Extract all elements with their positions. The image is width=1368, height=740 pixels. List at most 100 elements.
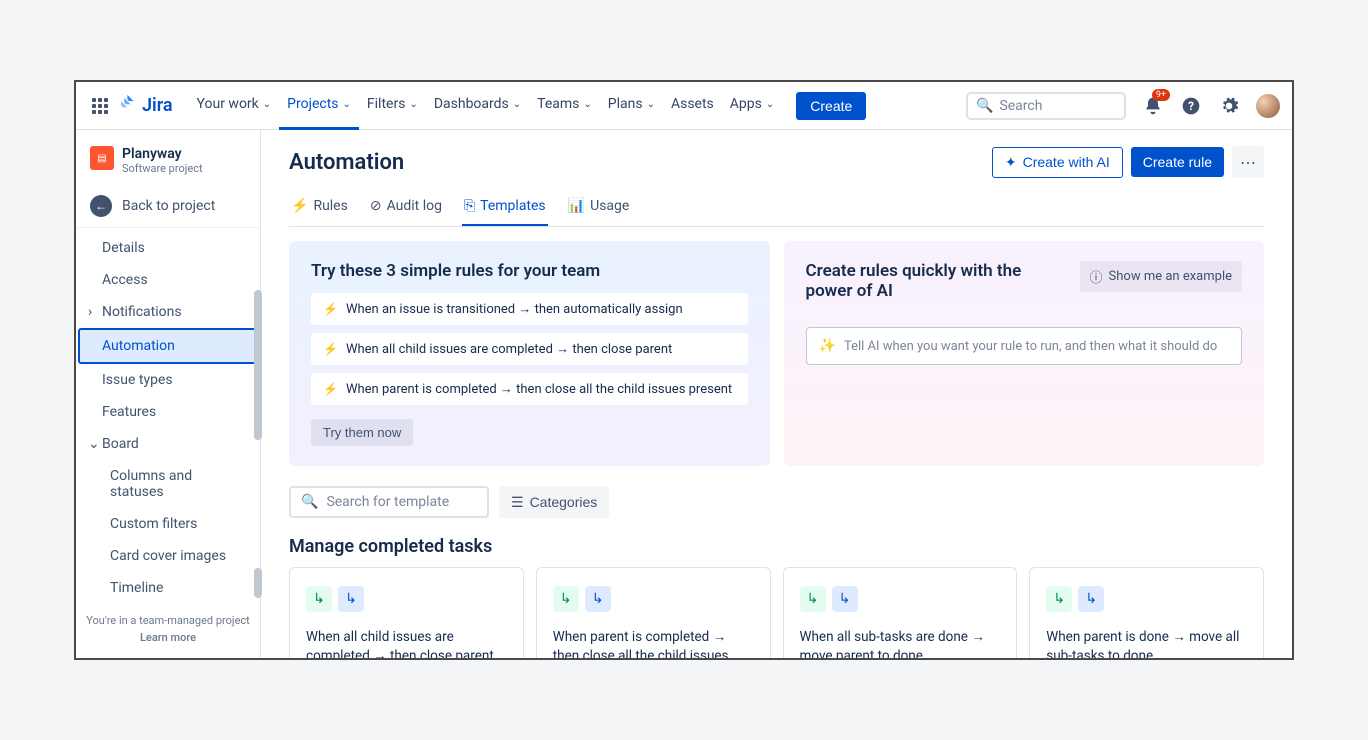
sidebar-scrollbar-bottom[interactable] [254, 568, 262, 598]
sidebar-item-columns-and-statuses[interactable]: Columns and statuses [76, 460, 260, 508]
trigger-icon: ↳ [800, 586, 826, 612]
learn-more-link[interactable]: Learn more [84, 631, 252, 644]
sidebar-item-access[interactable]: Access [76, 264, 260, 296]
try-rules-panel: Try these 3 simple rules for your team ⚡… [289, 241, 770, 466]
project-icon: ▤ [90, 146, 114, 170]
sidebar-item-issue-types[interactable]: Issue types [76, 364, 260, 396]
sidebar-item-automation[interactable]: Automation [78, 328, 258, 364]
info-icon: ⓘ [1090, 267, 1103, 286]
suggested-rule[interactable]: ⚡When an issue is transitioned → then au… [311, 293, 748, 325]
bolt-icon: ⚡ [323, 302, 338, 316]
sidebar-item-custom-filters[interactable]: Custom filters [76, 508, 260, 540]
chevron-down-icon: ⌄ [409, 99, 417, 110]
nav-apps[interactable]: Apps⌄ [722, 82, 782, 130]
chevron-down-icon: ⌄ [263, 99, 271, 110]
svg-text:?: ? [1188, 99, 1194, 113]
footer-text: You're in a team-managed project [86, 614, 250, 627]
try-panel-heading: Try these 3 simple rules for your team [311, 261, 748, 281]
create-button[interactable]: Create [796, 92, 866, 120]
help-icon[interactable]: ? [1180, 95, 1202, 117]
template-card[interactable]: ↳ ↳ When parent is done → move all sub-t… [1029, 567, 1264, 658]
template-card-text: When all sub-tasks are done → move paren… [800, 628, 1001, 658]
project-name: Planyway [122, 146, 203, 162]
sidebar-item-card-cover-images[interactable]: Card cover images [76, 540, 260, 572]
notification-badge: 9+ [1152, 89, 1170, 101]
more-actions-button[interactable]: ⋯ [1232, 146, 1264, 178]
nav-projects[interactable]: Projects⌄ [279, 82, 359, 130]
chevron-down-icon: ⌄ [513, 99, 521, 110]
action-icon: ↳ [832, 586, 858, 612]
list-icon: ☰ [511, 494, 524, 511]
create-ai-label: Create with AI [1023, 154, 1110, 170]
trigger-icon: ↳ [306, 586, 332, 612]
tab-icon: ⚡ [291, 198, 308, 214]
notifications-button[interactable]: 9+ [1142, 95, 1164, 117]
nav-dashboards[interactable]: Dashboards⌄ [426, 82, 529, 130]
tab-rules[interactable]: ⚡Rules [289, 192, 350, 226]
create-rule-button[interactable]: Create rule [1131, 147, 1224, 177]
global-search-input[interactable]: 🔍 Search [966, 92, 1126, 120]
sparkle-icon: ✦ [1005, 154, 1017, 171]
sidebar-item-board[interactable]: Board [76, 428, 260, 460]
suggested-rule[interactable]: ⚡When all child issues are completed → t… [311, 333, 748, 365]
sidebar-item-notifications[interactable]: Notifications [76, 296, 260, 328]
action-icon: ↳ [1078, 586, 1104, 612]
ai-panel-heading: Create rules quickly with the power of A… [806, 261, 1026, 301]
sidebar-footer: You're in a team-managed project Learn m… [76, 608, 260, 650]
action-icon: ↳ [585, 586, 611, 612]
nav-your-work[interactable]: Your work⌄ [189, 82, 280, 130]
app-switcher-icon[interactable] [88, 94, 112, 118]
search-placeholder: Search [999, 98, 1042, 114]
tab-icon: ⊘ [370, 198, 382, 214]
sidebar-item-details[interactable]: Details [76, 232, 260, 264]
template-card-text: When parent is completed → then close al… [553, 628, 754, 658]
back-to-project-link[interactable]: ← Back to project [76, 185, 260, 228]
create-with-ai-button[interactable]: ✦ Create with AI [992, 147, 1123, 178]
template-card[interactable]: ↳ ↳ When all sub-tasks are done → move p… [783, 567, 1018, 658]
template-card[interactable]: ↳ ↳ When parent is completed → then clos… [536, 567, 771, 658]
tab-usage[interactable]: 📊Usage [566, 192, 632, 226]
bolt-icon: ⚡ [323, 382, 338, 396]
settings-icon[interactable] [1218, 95, 1240, 117]
show-example-label: Show me an example [1109, 269, 1232, 284]
template-card-text: When all child issues are completed → th… [306, 628, 507, 658]
tab-icon: 📊 [568, 198, 585, 214]
section-heading: Manage completed tasks [289, 536, 1264, 557]
jira-logo[interactable]: Jira [118, 93, 173, 118]
tab-audit-log[interactable]: ⊘Audit log [368, 192, 444, 226]
back-label: Back to project [122, 198, 215, 214]
nav-filters[interactable]: Filters⌄ [359, 82, 426, 130]
back-arrow-icon: ← [90, 195, 112, 217]
template-card[interactable]: ↳ ↳ When all child issues are completed … [289, 567, 524, 658]
template-card-text: When parent is done → move all sub-tasks… [1046, 628, 1247, 658]
suggested-rule[interactable]: ⚡When parent is completed → then close a… [311, 373, 748, 405]
chevron-down-icon: ⌄ [647, 99, 655, 110]
main-content: Automation ✦ Create with AI Create rule … [261, 130, 1292, 658]
product-name: Jira [142, 95, 173, 116]
jira-mark-icon [118, 93, 138, 118]
sidebar: ▤ Planyway Software project ← Back to pr… [76, 130, 261, 658]
ai-sparkle-icon: ✨ [819, 338, 836, 354]
nav-plans[interactable]: Plans⌄ [600, 82, 663, 130]
show-example-button[interactable]: ⓘ Show me an example [1080, 261, 1242, 292]
categories-button[interactable]: ☰ Categories [499, 486, 609, 518]
nav-assets[interactable]: Assets [663, 82, 722, 130]
chevron-down-icon: ⌄ [343, 99, 351, 110]
template-search-input[interactable]: 🔍 Search for template [289, 486, 489, 518]
ai-placeholder: Tell AI when you want your rule to run, … [844, 339, 1217, 354]
try-them-now-button[interactable]: Try them now [311, 419, 413, 446]
chevron-down-icon: ⌄ [766, 99, 774, 110]
tab-icon: ⎘ [464, 198, 475, 214]
sidebar-scrollbar[interactable] [254, 290, 262, 440]
project-header[interactable]: ▤ Planyway Software project [76, 138, 260, 185]
template-search-placeholder: Search for template [326, 494, 449, 510]
nav-teams[interactable]: Teams⌄ [529, 82, 600, 130]
sidebar-item-timeline[interactable]: Timeline [76, 572, 260, 604]
bolt-icon: ⚡ [323, 342, 338, 356]
trigger-icon: ↳ [1046, 586, 1072, 612]
sidebar-item-features[interactable]: Features [76, 396, 260, 428]
search-icon: 🔍 [301, 494, 318, 510]
user-avatar[interactable] [1256, 94, 1280, 118]
tab-templates[interactable]: ⎘Templates [462, 192, 548, 226]
ai-prompt-input[interactable]: ✨ Tell AI when you want your rule to run… [806, 327, 1243, 365]
